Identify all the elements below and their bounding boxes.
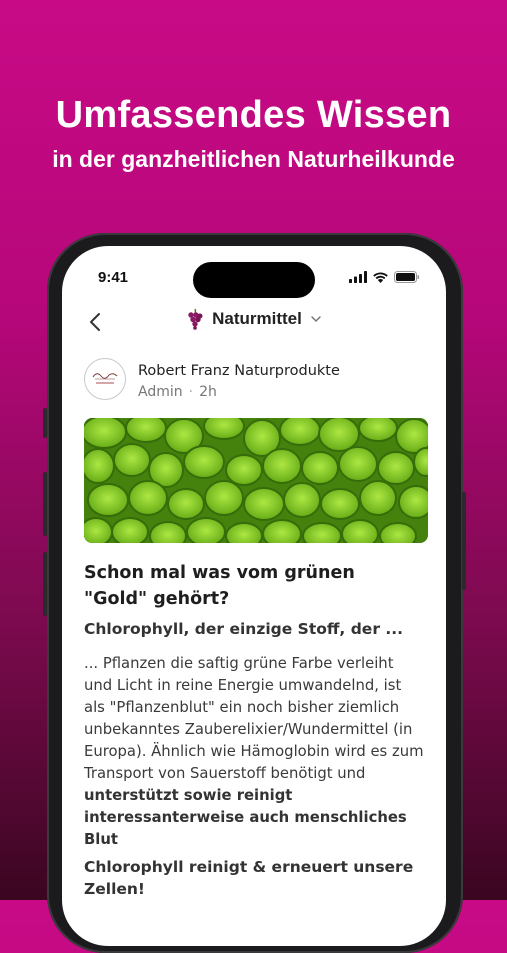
post-body: ... Pflanzen die saftig grüne Farbe verl… <box>84 653 424 851</box>
post-subtitle: Chlorophyll, der einzige Stoff, der ... <box>84 620 404 638</box>
navigation-bar: Naturmittel <box>62 308 446 338</box>
grapes-icon <box>188 308 203 330</box>
post-cover-image[interactable] <box>84 418 428 543</box>
wifi-icon <box>373 272 388 283</box>
group-title: Naturmittel <box>212 309 302 328</box>
author-name[interactable]: Robert Franz Naturprodukte <box>138 363 340 379</box>
status-icons <box>349 271 420 283</box>
phone-power-button <box>462 492 466 590</box>
post-body-highlight: unterstützt sowie reinigt interessanterw… <box>84 787 407 848</box>
post-body-text: ... Pflanzen die saftig grüne Farbe verl… <box>84 655 424 782</box>
cellular-signal-icon <box>349 271 367 283</box>
author-meta: Admin · 2h <box>138 384 217 400</box>
post-title[interactable]: Schon mal was vom grünen "Gold" gehört? <box>84 560 414 612</box>
headline-title: Umfassendes Wissen <box>55 94 452 136</box>
headline-subtitle: in der ganzheitlichen Naturheilkunde <box>52 146 455 172</box>
battery-icon <box>394 271 420 283</box>
phone-volume-up-button <box>43 472 47 536</box>
post-time: 2h <box>199 384 217 400</box>
post-section-heading: Chlorophyll reinigt & erneuert unsere Ze… <box>84 858 414 898</box>
chevron-down-icon <box>311 316 321 323</box>
dynamic-island <box>193 262 315 298</box>
phone-mute-switch <box>43 408 47 438</box>
meta-separator: · <box>188 384 194 400</box>
status-time: 9:41 <box>98 269 129 286</box>
avatar[interactable] <box>84 358 126 400</box>
group-selector[interactable]: Naturmittel <box>62 308 446 330</box>
post-author[interactable]: Robert Franz Naturprodukte Admin · 2h <box>84 358 424 406</box>
phone-volume-down-button <box>43 552 47 616</box>
author-role: Admin <box>138 384 183 400</box>
app-screen: 9:41 Naturmittel Robert Franz Naturprodu… <box>62 246 446 946</box>
